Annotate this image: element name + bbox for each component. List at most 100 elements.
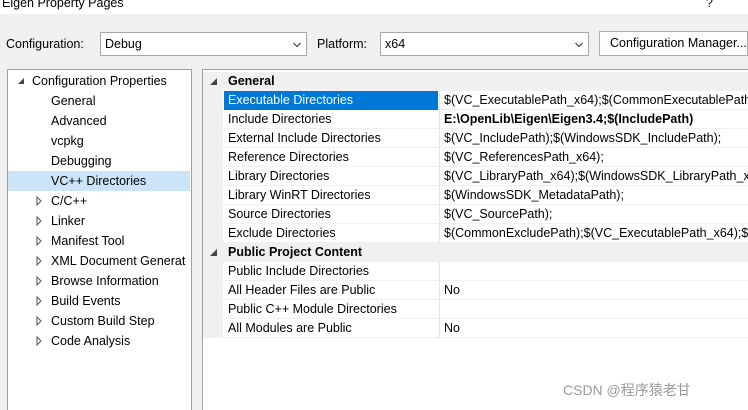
row-gutter: [203, 224, 223, 243]
tree-item-linker[interactable]: Linker: [8, 211, 191, 231]
tree-item-advanced[interactable]: Advanced: [8, 111, 191, 131]
property-name: External Include Directories: [228, 131, 381, 145]
property-value[interactable]: $(CommonExcludePath);$(VC_ExecutablePath…: [439, 224, 748, 243]
property-row[interactable]: Public C++ Module Directories: [203, 300, 748, 319]
tree-item-browse-information[interactable]: Browse Information: [8, 271, 191, 291]
property-name: Source Directories: [228, 207, 331, 221]
title-bar: Eigen Property Pages ?: [0, 0, 748, 14]
category-label: Public Project Content: [224, 243, 438, 262]
expand-triangle-icon[interactable]: [34, 271, 44, 291]
tree-item-build-events[interactable]: Build Events: [8, 291, 191, 311]
property-value[interactable]: $(VC_SourcePath);: [439, 205, 748, 224]
tree-item-code-analysis[interactable]: Code Analysis: [8, 331, 191, 351]
collapse-triangle-icon[interactable]: [209, 77, 218, 86]
expand-triangle-icon[interactable]: [34, 251, 44, 271]
property-value[interactable]: No: [439, 319, 748, 338]
tree-item-label: Manifest Tool: [51, 234, 125, 248]
row-gutter: [203, 262, 223, 281]
property-value[interactable]: $(VC_ReferencesPath_x64);: [439, 148, 748, 167]
property-name: Library WinRT Directories: [228, 188, 371, 202]
tree-item-label: Configuration Properties: [32, 74, 167, 88]
tree-item-label: Debugging: [51, 154, 112, 168]
property-grid: General Executable Directories $(VC_Exec…: [202, 69, 748, 410]
property-value[interactable]: $(VC_IncludePath);$(WindowsSDK_IncludePa…: [439, 129, 748, 148]
property-row[interactable]: Executable Directories $(VC_ExecutablePa…: [203, 91, 748, 110]
platform-value: x64: [385, 37, 406, 51]
tree-item-c-cpp[interactable]: C/C++: [8, 191, 191, 211]
expand-triangle-icon[interactable]: [34, 291, 44, 311]
row-gutter: [203, 205, 223, 224]
row-gutter: [203, 319, 223, 338]
expand-triangle-icon[interactable]: [34, 231, 44, 251]
expand-triangle-icon[interactable]: [34, 311, 44, 331]
row-gutter: [203, 148, 223, 167]
tree-item-label: Custom Build Step: [51, 314, 155, 328]
configuration-label: Configuration:: [6, 37, 84, 51]
tree-root-configuration-properties[interactable]: Configuration Properties: [8, 71, 191, 91]
property-value[interactable]: $(WindowsSDK_MetadataPath);: [439, 186, 748, 205]
collapse-triangle-icon[interactable]: [16, 71, 26, 91]
chevron-down-icon: [293, 42, 301, 48]
chevron-down-icon: [575, 42, 583, 48]
property-row[interactable]: Reference Directories $(VC_ReferencesPat…: [203, 148, 748, 167]
property-row[interactable]: Include Directories E:\OpenLib\Eigen\Eig…: [203, 110, 748, 129]
property-row[interactable]: All Modules are Public No: [203, 319, 748, 338]
property-row[interactable]: Library WinRT Directories $(WindowsSDK_M…: [203, 186, 748, 205]
property-value[interactable]: $(VC_LibraryPath_x64);$(WindowsSDK_Libra…: [439, 167, 748, 186]
expand-triangle-icon[interactable]: [34, 211, 44, 231]
configuration-toolbar: Configuration: Debug Platform: x64 Confi…: [0, 28, 748, 62]
tree-item-label: Advanced: [51, 114, 107, 128]
window-title: Eigen Property Pages: [2, 0, 124, 10]
property-row[interactable]: Public Include Directories: [203, 262, 748, 281]
property-name: All Modules are Public: [228, 321, 352, 335]
property-row[interactable]: All Header Files are Public No: [203, 281, 748, 300]
property-name: Exclude Directories: [228, 226, 336, 240]
tree-item-label: Linker: [51, 214, 86, 228]
property-row[interactable]: Exclude Directories $(CommonExcludePath)…: [203, 224, 748, 243]
watermark-text: CSDN @程序猿老甘: [563, 382, 691, 398]
tree-item-debugging[interactable]: Debugging: [8, 151, 191, 171]
category-label: General: [224, 72, 438, 91]
tree-item-label: VC++ Directories: [51, 174, 147, 188]
property-name: Executable Directories: [224, 91, 438, 110]
property-row[interactable]: Source Directories $(VC_SourcePath);: [203, 205, 748, 224]
property-row[interactable]: External Include Directories $(VC_Includ…: [203, 129, 748, 148]
platform-label: Platform:: [317, 37, 368, 51]
property-name: Library Directories: [228, 169, 330, 183]
property-value[interactable]: [439, 300, 748, 319]
property-value[interactable]: E:\OpenLib\Eigen\Eigen3.4;$(IncludePath): [439, 110, 748, 129]
property-name: Reference Directories: [228, 150, 349, 164]
row-gutter: [203, 129, 223, 148]
tree-item-general[interactable]: General: [8, 91, 191, 111]
tree-item-label: Build Events: [51, 294, 121, 308]
row-gutter: [203, 110, 223, 129]
property-name: Public Include Directories: [228, 264, 370, 278]
category-general[interactable]: General: [203, 72, 748, 91]
expand-triangle-icon[interactable]: [34, 331, 44, 351]
property-value[interactable]: [439, 262, 748, 281]
tree-item-label: Browse Information: [51, 274, 159, 288]
row-gutter: [203, 186, 223, 205]
property-name: Include Directories: [228, 112, 332, 126]
help-button[interactable]: ?: [706, 0, 713, 10]
tree-item-manifest-tool[interactable]: Manifest Tool: [8, 231, 191, 251]
property-value[interactable]: No: [439, 281, 748, 300]
tree-item-label: C/C++: [51, 194, 88, 208]
category-public-project-content[interactable]: Public Project Content: [203, 243, 748, 262]
collapse-triangle-icon[interactable]: [209, 248, 218, 257]
configuration-dropdown[interactable]: Debug: [100, 32, 307, 56]
tree-item-vcpkg[interactable]: vcpkg: [8, 131, 191, 151]
property-value[interactable]: $(VC_ExecutablePath_x64);$(CommonExecuta…: [439, 91, 748, 110]
tree-item-custom-build-step[interactable]: Custom Build Step: [8, 311, 191, 331]
configuration-value: Debug: [105, 37, 142, 51]
row-gutter: [203, 167, 223, 186]
tree-item-xml-document-generator[interactable]: XML Document Generat: [8, 251, 191, 271]
tree-item-label: General: [51, 94, 96, 108]
property-row[interactable]: Library Directories $(VC_LibraryPath_x64…: [203, 167, 748, 186]
tree-item-label: XML Document Generat: [51, 254, 186, 268]
configuration-manager-button[interactable]: Configuration Manager...: [599, 31, 748, 56]
tree-item-vc-directories[interactable]: VC++ Directories: [8, 171, 190, 191]
expand-triangle-icon[interactable]: [34, 191, 44, 211]
row-gutter: [203, 91, 223, 110]
platform-dropdown[interactable]: x64: [380, 32, 589, 56]
